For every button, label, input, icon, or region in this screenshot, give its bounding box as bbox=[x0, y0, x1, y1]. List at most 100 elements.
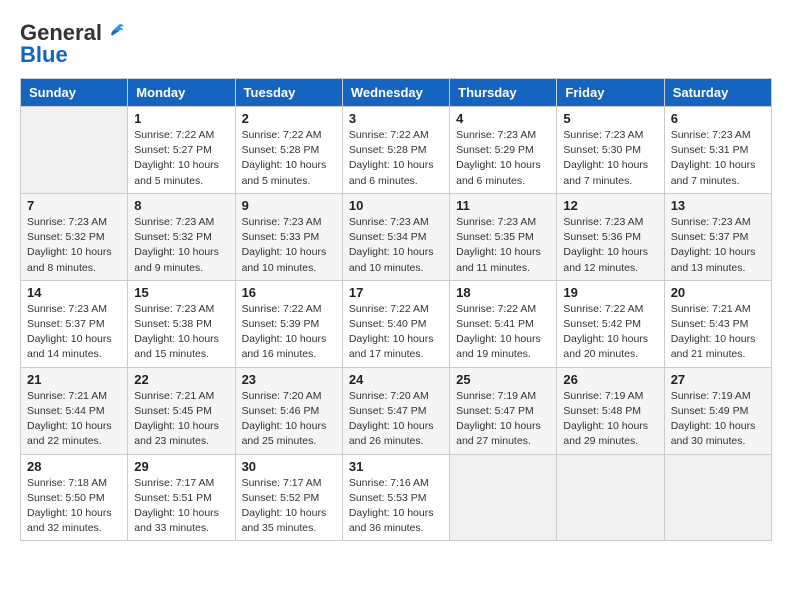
calendar-cell: 17Sunrise: 7:22 AM Sunset: 5:40 PM Dayli… bbox=[342, 280, 449, 367]
day-number: 11 bbox=[456, 198, 550, 213]
day-info: Sunrise: 7:19 AM Sunset: 5:48 PM Dayligh… bbox=[563, 389, 657, 450]
day-info: Sunrise: 7:22 AM Sunset: 5:41 PM Dayligh… bbox=[456, 302, 550, 363]
day-info: Sunrise: 7:19 AM Sunset: 5:47 PM Dayligh… bbox=[456, 389, 550, 450]
calendar-cell: 7 Sunrise: 7:23 AM Sunset: 5:32 PM Daylig… bbox=[21, 193, 128, 280]
calendar-cell: 1 Sunrise: 7:22 AM Sunset: 5:27 PM Daylig… bbox=[128, 107, 235, 194]
day-info: Sunrise: 7:23 AM Sunset: 5:30 PM Dayligh… bbox=[563, 128, 657, 189]
calendar-cell: 2 Sunrise: 7:22 AM Sunset: 5:28 PM Daylig… bbox=[235, 107, 342, 194]
day-number: 23 bbox=[242, 372, 336, 387]
day-info: Sunrise: 7:17 AM Sunset: 5:51 PM Dayligh… bbox=[134, 476, 228, 537]
calendar-cell: 30 Sunrise: 7:17 AM Sunset: 5:52 PM Dayli… bbox=[235, 454, 342, 541]
calendar-cell: 6 Sunrise: 7:23 AM Sunset: 5:31 PM Daylig… bbox=[664, 107, 771, 194]
calendar-cell: 16 Sunrise: 7:22 AM Sunset: 5:39 PM Dayli… bbox=[235, 280, 342, 367]
weekday-header-sunday: Sunday bbox=[21, 79, 128, 107]
calendar-cell bbox=[450, 454, 557, 541]
day-number: 13 bbox=[671, 198, 765, 213]
calendar-cell: 29 Sunrise: 7:17 AM Sunset: 5:51 PM Dayli… bbox=[128, 454, 235, 541]
weekday-header-saturday: Saturday bbox=[664, 79, 771, 107]
weekday-header-monday: Monday bbox=[128, 79, 235, 107]
day-number: 12 bbox=[563, 198, 657, 213]
day-number: 7 bbox=[27, 198, 121, 213]
day-info: Sunrise: 7:23 AM Sunset: 5:37 PM Dayligh… bbox=[27, 302, 121, 363]
day-number: 22 bbox=[134, 372, 228, 387]
day-info: Sunrise: 7:22 AM Sunset: 5:28 PM Dayligh… bbox=[242, 128, 336, 189]
day-number: 20 bbox=[671, 285, 765, 300]
day-info: Sunrise: 7:22 AM Sunset: 5:27 PM Dayligh… bbox=[134, 128, 228, 189]
calendar-cell: 14 Sunrise: 7:23 AM Sunset: 5:37 PM Dayli… bbox=[21, 280, 128, 367]
day-number: 14 bbox=[27, 285, 121, 300]
day-number: 3 bbox=[349, 111, 443, 126]
day-info: Sunrise: 7:18 AM Sunset: 5:50 PM Dayligh… bbox=[27, 476, 121, 537]
day-info: Sunrise: 7:23 AM Sunset: 5:29 PM Dayligh… bbox=[456, 128, 550, 189]
calendar-cell: 23 Sunrise: 7:20 AM Sunset: 5:46 PM Dayli… bbox=[235, 367, 342, 454]
day-number: 8 bbox=[134, 198, 228, 213]
day-number: 21 bbox=[27, 372, 121, 387]
calendar-cell: 11 Sunrise: 7:23 AM Sunset: 5:35 PM Dayli… bbox=[450, 193, 557, 280]
calendar-cell: 20 Sunrise: 7:21 AM Sunset: 5:43 PM Dayli… bbox=[664, 280, 771, 367]
day-info: Sunrise: 7:23 AM Sunset: 5:31 PM Dayligh… bbox=[671, 128, 765, 189]
calendar-cell: 31 Sunrise: 7:16 AM Sunset: 5:53 PM Dayli… bbox=[342, 454, 449, 541]
day-info: Sunrise: 7:23 AM Sunset: 5:37 PM Dayligh… bbox=[671, 215, 765, 276]
day-number: 31 bbox=[349, 459, 443, 474]
calendar-cell: 9 Sunrise: 7:23 AM Sunset: 5:33 PM Daylig… bbox=[235, 193, 342, 280]
day-number: 1 bbox=[134, 111, 228, 126]
calendar-cell: 4 Sunrise: 7:23 AM Sunset: 5:29 PM Daylig… bbox=[450, 107, 557, 194]
day-info: Sunrise: 7:23 AM Sunset: 5:35 PM Dayligh… bbox=[456, 215, 550, 276]
weekday-header-thursday: Thursday bbox=[450, 79, 557, 107]
calendar-cell: 15 Sunrise: 7:23 AM Sunset: 5:38 PM Dayli… bbox=[128, 280, 235, 367]
calendar-cell: 3 Sunrise: 7:22 AM Sunset: 5:28 PM Daylig… bbox=[342, 107, 449, 194]
day-number: 30 bbox=[242, 459, 336, 474]
day-info: Sunrise: 7:22 AM Sunset: 5:42 PM Dayligh… bbox=[563, 302, 657, 363]
day-info: Sunrise: 7:22 AM Sunset: 5:28 PM Dayligh… bbox=[349, 128, 443, 189]
calendar-cell bbox=[664, 454, 771, 541]
day-info: Sunrise: 7:21 AM Sunset: 5:43 PM Dayligh… bbox=[671, 302, 765, 363]
calendar-cell: 18 Sunrise: 7:22 AM Sunset: 5:41 PM Dayli… bbox=[450, 280, 557, 367]
day-info: Sunrise: 7:21 AM Sunset: 5:45 PM Dayligh… bbox=[134, 389, 228, 450]
day-number: 26 bbox=[563, 372, 657, 387]
calendar-cell: 5 Sunrise: 7:23 AM Sunset: 5:30 PM Daylig… bbox=[557, 107, 664, 194]
calendar-cell: 10 Sunrise: 7:23 AM Sunset: 5:34 PM Dayli… bbox=[342, 193, 449, 280]
calendar-cell: 8 Sunrise: 7:23 AM Sunset: 5:32 PM Daylig… bbox=[128, 193, 235, 280]
day-info: Sunrise: 7:23 AM Sunset: 5:32 PM Dayligh… bbox=[134, 215, 228, 276]
day-info: Sunrise: 7:19 AM Sunset: 5:49 PM Dayligh… bbox=[671, 389, 765, 450]
calendar-cell: 27 Sunrise: 7:19 AM Sunset: 5:49 PM Dayli… bbox=[664, 367, 771, 454]
day-number: 5 bbox=[563, 111, 657, 126]
day-number: 2 bbox=[242, 111, 336, 126]
day-number: 27 bbox=[671, 372, 765, 387]
calendar-cell bbox=[557, 454, 664, 541]
logo: General Blue bbox=[20, 20, 126, 68]
day-info: Sunrise: 7:23 AM Sunset: 5:38 PM Dayligh… bbox=[134, 302, 228, 363]
day-number: 18 bbox=[456, 285, 550, 300]
calendar-cell: 13 Sunrise: 7:23 AM Sunset: 5:37 PM Dayli… bbox=[664, 193, 771, 280]
day-info: Sunrise: 7:21 AM Sunset: 5:44 PM Dayligh… bbox=[27, 389, 121, 450]
day-number: 10 bbox=[349, 198, 443, 213]
day-info: Sunrise: 7:20 AM Sunset: 5:46 PM Dayligh… bbox=[242, 389, 336, 450]
day-info: Sunrise: 7:23 AM Sunset: 5:32 PM Dayligh… bbox=[27, 215, 121, 276]
day-info: Sunrise: 7:16 AM Sunset: 5:53 PM Dayligh… bbox=[349, 476, 443, 537]
weekday-header-friday: Friday bbox=[557, 79, 664, 107]
day-number: 29 bbox=[134, 459, 228, 474]
calendar-cell: 12Sunrise: 7:23 AM Sunset: 5:36 PM Dayli… bbox=[557, 193, 664, 280]
day-number: 25 bbox=[456, 372, 550, 387]
day-number: 4 bbox=[456, 111, 550, 126]
day-number: 16 bbox=[242, 285, 336, 300]
day-number: 19 bbox=[563, 285, 657, 300]
day-info: Sunrise: 7:23 AM Sunset: 5:33 PM Dayligh… bbox=[242, 215, 336, 276]
day-number: 15 bbox=[134, 285, 228, 300]
calendar-cell: 26 Sunrise: 7:19 AM Sunset: 5:48 PM Dayli… bbox=[557, 367, 664, 454]
logo-blue: Blue bbox=[20, 42, 68, 68]
day-number: 6 bbox=[671, 111, 765, 126]
weekday-header-wednesday: Wednesday bbox=[342, 79, 449, 107]
day-info: Sunrise: 7:23 AM Sunset: 5:34 PM Dayligh… bbox=[349, 215, 443, 276]
day-info: Sunrise: 7:17 AM Sunset: 5:52 PM Dayligh… bbox=[242, 476, 336, 537]
calendar-cell bbox=[21, 107, 128, 194]
day-number: 24 bbox=[349, 372, 443, 387]
calendar-cell: 25 Sunrise: 7:19 AM Sunset: 5:47 PM Dayli… bbox=[450, 367, 557, 454]
day-number: 28 bbox=[27, 459, 121, 474]
day-number: 9 bbox=[242, 198, 336, 213]
day-info: Sunrise: 7:22 AM Sunset: 5:39 PM Dayligh… bbox=[242, 302, 336, 363]
page-header: General Blue bbox=[20, 20, 772, 68]
day-number: 17 bbox=[349, 285, 443, 300]
day-info: Sunrise: 7:20 AM Sunset: 5:47 PM Dayligh… bbox=[349, 389, 443, 450]
calendar-table: SundayMondayTuesdayWednesdayThursdayFrid… bbox=[20, 78, 772, 541]
